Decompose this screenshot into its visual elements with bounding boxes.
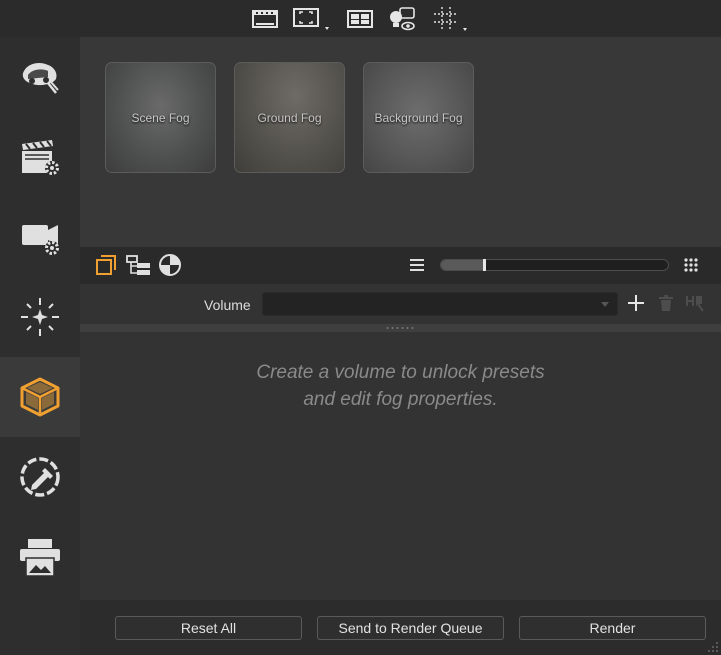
reset-all-button[interactable]: Reset All <box>115 616 302 640</box>
empty-state-message: Create a volume to unlock presets and ed… <box>80 359 721 413</box>
film-frame-icon[interactable] <box>251 4 279 34</box>
preset-label: Background Fog <box>374 110 463 125</box>
color-picker-icon <box>20 457 60 497</box>
print-image-icon <box>20 539 60 577</box>
top-toolbar <box>0 0 721 37</box>
preset-label: Ground Fog <box>257 110 322 125</box>
send-to-render-queue-button[interactable]: Send to Render Queue <box>317 616 504 640</box>
grid-view-icon[interactable] <box>680 253 702 277</box>
trash-icon <box>659 295 673 311</box>
material-view-icon[interactable] <box>157 253 183 277</box>
preset-ground-fog[interactable]: Ground Fog <box>234 62 345 173</box>
size-slider[interactable] <box>440 259 669 271</box>
volume-edit-icon <box>686 296 704 312</box>
light-visibility-icon[interactable] <box>386 4 418 34</box>
guides-grid-icon[interactable] <box>430 4 472 34</box>
sidebar <box>0 37 80 655</box>
preset-label: Scene Fog <box>131 110 190 125</box>
sidebar-item-lights[interactable] <box>0 277 80 357</box>
fullscreen-frame-icon[interactable] <box>292 4 334 34</box>
app-window: Scene Fog Ground Fog Background Fog Volu… <box>0 0 721 655</box>
hierarchy-view-icon[interactable] <box>126 253 152 277</box>
add-volume-button[interactable] <box>625 292 647 314</box>
render-button[interactable]: Render <box>519 616 706 640</box>
chevron-down-icon <box>601 302 609 307</box>
scene-car-icon <box>22 63 59 94</box>
plus-icon <box>628 295 644 311</box>
preset-scene-fog[interactable]: Scene Fog <box>105 62 216 173</box>
sidebar-item-render-settings[interactable] <box>0 117 80 197</box>
empty-state-line: and edit fog properties. <box>303 389 498 410</box>
empty-state-line: Create a volume to unlock presets <box>256 362 545 383</box>
volume-dropdown[interactable] <box>262 292 618 316</box>
volume-label: Volume <box>204 297 251 313</box>
menu-lines-icon[interactable] <box>406 253 428 277</box>
bottom-bar: Reset All Send to Render Queue Render <box>80 600 721 655</box>
preset-gallery: Scene Fog Ground Fog Background Fog <box>80 37 721 247</box>
camera-settings-icon <box>22 225 59 255</box>
panel-toolbar <box>80 247 721 284</box>
layout-grid-icon[interactable] <box>346 4 374 34</box>
main-panel: Scene Fog Ground Fog Background Fog Volu… <box>80 37 721 600</box>
delete-volume-button[interactable] <box>655 292 677 314</box>
light-burst-icon <box>21 298 59 336</box>
sidebar-item-camera[interactable] <box>0 197 80 277</box>
slider-handle[interactable] <box>483 259 487 271</box>
slider-fill <box>441 260 485 270</box>
clapperboard-settings-icon <box>22 140 59 175</box>
object-view-icon[interactable] <box>94 253 118 277</box>
resize-grip-icon[interactable] <box>707 641 719 653</box>
volume-box-icon <box>20 377 60 417</box>
resize-divider[interactable] <box>80 324 721 332</box>
sidebar-item-scene[interactable] <box>0 37 80 117</box>
sidebar-item-color[interactable] <box>0 437 80 517</box>
preset-background-fog[interactable]: Background Fog <box>363 62 474 173</box>
volume-row: Volume <box>80 284 721 324</box>
drag-handle-icon <box>385 327 415 329</box>
sidebar-item-print[interactable] <box>0 517 80 597</box>
sidebar-item-volume[interactable] <box>0 357 80 437</box>
volume-options-button[interactable] <box>684 292 706 314</box>
